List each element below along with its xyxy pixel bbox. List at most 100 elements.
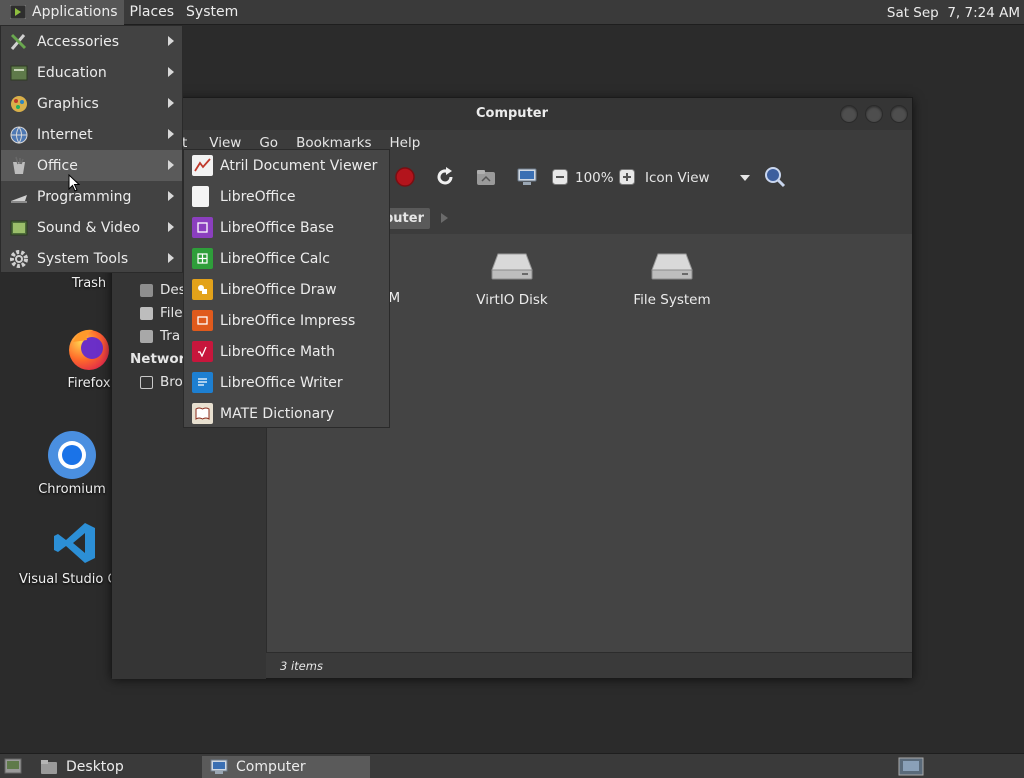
- applications-dropdown: Accessories Education Graphics Internet …: [0, 25, 183, 273]
- file-item-virtio-disk[interactable]: VirtIO Disk: [467, 252, 557, 308]
- programming-icon: [11, 194, 27, 203]
- minimize-button[interactable]: [840, 105, 858, 123]
- applications-icon: [10, 5, 26, 19]
- office-icon: [13, 156, 25, 174]
- sidebar-item-trash[interactable]: Tra: [140, 328, 180, 344]
- system-label: System: [186, 4, 239, 20]
- sidebar-item-label: Tra: [160, 328, 181, 344]
- window-buttons: [840, 105, 908, 123]
- menu-item-sound-video[interactable]: Sound & Video: [1, 212, 182, 243]
- sidebar-item-browse-network[interactable]: Bro: [140, 374, 183, 390]
- menu-item-label: LibreOffice Math: [220, 343, 335, 360]
- libreoffice-draw-icon: [192, 279, 213, 300]
- taskbar-item-desktop[interactable]: Desktop: [32, 756, 202, 778]
- menu-item-libreoffice-draw[interactable]: LibreOffice Draw: [184, 274, 389, 305]
- menu-item-label: MATE Dictionary: [220, 405, 335, 422]
- libreoffice-writer-icon: [192, 372, 213, 393]
- applications-menu-button[interactable]: Applications: [0, 0, 124, 25]
- sidebar-item-filesystem[interactable]: File: [140, 305, 183, 321]
- menu-item-label: LibreOffice Writer: [220, 374, 343, 391]
- menu-item-libreoffice[interactable]: LibreOffice: [184, 181, 389, 212]
- menu-item-education[interactable]: Education: [1, 57, 182, 88]
- zoom-out-icon[interactable]: [552, 169, 568, 185]
- submenu-arrow-icon: [168, 36, 174, 46]
- desktop-icon-chromium[interactable]: Chromium: [36, 430, 108, 497]
- clock[interactable]: Sat Sep 7, 7:24 AM: [887, 0, 1020, 25]
- window-title: Computer: [475, 106, 549, 121]
- trash-label: Trash: [71, 276, 107, 291]
- close-button[interactable]: [890, 105, 908, 123]
- top-panel: Applications Places System Sat Sep 7, 7:…: [0, 0, 1024, 25]
- workspace-switcher-icon[interactable]: [898, 757, 924, 776]
- menu-item-internet[interactable]: Internet: [1, 119, 182, 150]
- menu-item-libreoffice-calc[interactable]: LibreOffice Calc: [184, 243, 389, 274]
- chevron-right-icon[interactable]: [441, 213, 448, 223]
- computer-icon[interactable]: [516, 166, 538, 188]
- places-menu-button[interactable]: Places: [124, 0, 181, 25]
- trash-icon: [140, 329, 153, 343]
- menu-item-office[interactable]: Office: [1, 150, 182, 181]
- network-icon: [140, 375, 153, 389]
- menu-item-libreoffice-base[interactable]: LibreOffice Base: [184, 212, 389, 243]
- applications-label: Applications: [32, 4, 118, 20]
- menu-item-libreoffice-writer[interactable]: LibreOffice Writer: [184, 367, 389, 398]
- home-folder-icon[interactable]: [475, 166, 497, 188]
- file-label: VirtIO Disk: [476, 292, 548, 308]
- file-label: File System: [633, 292, 711, 308]
- menu-item-label: LibreOffice Base: [220, 219, 335, 236]
- maximize-button[interactable]: [865, 105, 883, 123]
- libreoffice-icon: [192, 186, 209, 207]
- menu-item-label: LibreOffice: [220, 188, 296, 205]
- menu-item-libreoffice-math[interactable]: LibreOffice Math: [184, 336, 389, 367]
- menu-item-label: LibreOffice Draw: [220, 281, 337, 298]
- chromium-label: Chromium: [38, 482, 106, 497]
- stop-icon[interactable]: [394, 166, 416, 188]
- drive-icon: [491, 253, 533, 280]
- submenu-arrow-icon: [168, 129, 174, 139]
- menu-item-programming[interactable]: Programming: [1, 181, 182, 212]
- sidebar-item-label: Bro: [160, 374, 183, 390]
- file-item-file-system[interactable]: File System: [627, 252, 717, 308]
- window-titlebar[interactable]: Computer: [112, 98, 912, 130]
- menu-item-libreoffice-impress[interactable]: LibreOffice Impress: [184, 305, 389, 336]
- vscode-label: Visual Studio Co: [19, 572, 125, 587]
- sidebar-item-desktop[interactable]: Des: [140, 282, 186, 298]
- menu-item-graphics[interactable]: Graphics: [1, 88, 182, 119]
- libreoffice-impress-icon: [192, 310, 213, 331]
- globe-icon: [10, 126, 28, 144]
- taskbar-item-computer[interactable]: Computer: [202, 756, 370, 778]
- taskbar-item-label: Computer: [236, 759, 306, 775]
- menu-item-label: Office: [37, 157, 78, 174]
- search-icon[interactable]: [764, 166, 786, 188]
- menu-item-accessories[interactable]: Accessories: [1, 26, 182, 57]
- desktop-icon-vscode[interactable]: Visual Studio Co: [14, 520, 125, 587]
- status-text: 3 items: [280, 659, 323, 673]
- sidebar-item-label: File: [160, 305, 183, 321]
- gear-icon: [10, 249, 28, 268]
- atril-icon: [192, 155, 213, 176]
- menu-item-label: Atril Document Viewer: [220, 157, 378, 174]
- submenu-arrow-icon: [168, 160, 174, 170]
- menu-item-mate-dictionary[interactable]: MATE Dictionary: [184, 398, 389, 429]
- firefox-icon: [69, 329, 109, 370]
- menu-help[interactable]: Help: [390, 135, 421, 151]
- menu-item-system-tools[interactable]: System Tools: [1, 243, 182, 274]
- view-mode-select[interactable]: Icon View: [644, 168, 750, 188]
- menu-item-atril[interactable]: Atril Document Viewer: [184, 150, 389, 181]
- bottom-panel: Desktop Computer: [0, 753, 1024, 778]
- menu-item-label: System Tools: [37, 250, 129, 267]
- desktop-folder-icon: [140, 283, 153, 297]
- show-desktop-icon[interactable]: [4, 758, 22, 774]
- zoom-in-icon[interactable]: [619, 169, 635, 185]
- sound-video-icon: [10, 220, 28, 235]
- menu-item-label: Programming: [37, 188, 132, 205]
- chromium-icon: [48, 431, 96, 479]
- drive-icon: [651, 253, 693, 280]
- system-menu-button[interactable]: System: [180, 0, 244, 25]
- clock-text: Sat Sep 7, 7:24 AM: [886, 4, 1020, 21]
- desktop-folder-icon: [41, 760, 57, 774]
- submenu-arrow-icon: [168, 191, 174, 201]
- desktop-icon-trash[interactable]: Trash: [62, 276, 116, 291]
- reload-icon[interactable]: [434, 166, 456, 188]
- status-bar: 3 items: [266, 652, 912, 678]
